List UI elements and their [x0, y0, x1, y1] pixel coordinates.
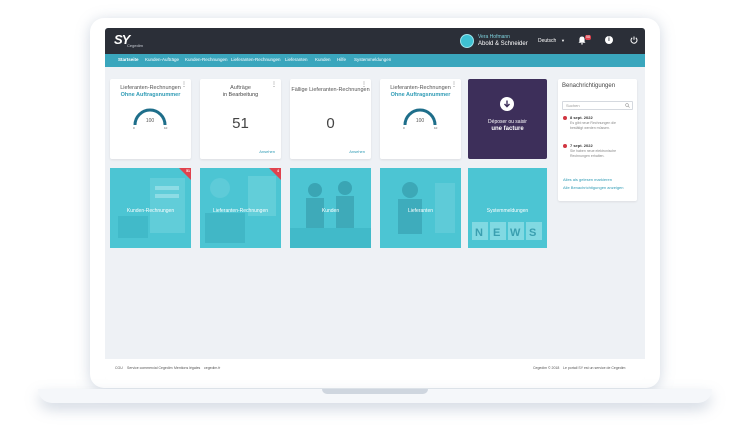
notification-count-badge: 58	[585, 35, 591, 40]
main-nav: Startseite Kunden-Aufträge Kunden-Rechnu…	[105, 54, 645, 67]
laptop-mockup: SY Cegedim Vera Hofmann Abold & Schneide…	[0, 0, 750, 433]
unread-dot-icon	[563, 116, 567, 120]
footer-link-mentions[interactable]: Mentions légales	[174, 366, 200, 370]
notifications-search-input[interactable]: Suchen	[562, 101, 633, 110]
svg-text:E: E	[493, 227, 500, 239]
gauge-value: 100	[145, 118, 155, 124]
logo-subtitle: Cegedim	[127, 43, 144, 48]
user-company[interactable]: Abold & Schneider	[478, 41, 528, 47]
nav-lieferanten-rechnungen[interactable]: Lieferanten-Rechnungen	[231, 57, 281, 62]
show-all-notifications-link[interactable]: Alle Benachrichtigungen anzeigen	[563, 185, 624, 190]
gauge: 100 0 10	[400, 103, 440, 130]
app-screen: SY Cegedim Vera Hofmann Abold & Schneide…	[105, 28, 645, 380]
notification-text[interactable]: Es gibt neue Rechnungen die bestätigt we…	[570, 121, 630, 131]
card-subtitle: Ohne Auftragsnummer	[390, 92, 451, 98]
card-subtitle: in Bearbeitung	[222, 92, 259, 98]
chevron-down-icon[interactable]: ▼	[561, 38, 565, 43]
nav-kunden[interactable]: Kunden	[315, 57, 331, 62]
tile-lieferanten-rechnungen[interactable]: 4 Lieferanten-Rechnungen	[200, 168, 281, 248]
tile-label: Lieferanten-Rechnungen	[212, 208, 269, 214]
info-icon: i	[605, 36, 613, 44]
card-faellige-lieferanten-rechnungen[interactable]: ⋮ Fällige Lieferanten-Rechnungen 0 Anseh…	[290, 79, 371, 159]
tile-kunden-rechnungen[interactable]: 51 Kunden-Rechnungen	[110, 168, 191, 248]
footer-right-text: Le portail SY est un service de Cegedim	[563, 366, 626, 370]
footer: CGU Service commercial Cegedim Mentions …	[105, 359, 645, 380]
svg-text:W: W	[510, 227, 521, 239]
card-auftraege-in-bearbeitung[interactable]: ⋮ Aufträge in Bearbeitung 51 Ansehen	[200, 79, 281, 159]
nav-hilfe[interactable]: Hilfe	[337, 57, 346, 62]
nav-lieferanten[interactable]: Lieferanten	[285, 57, 308, 62]
gauge-min: 0	[133, 126, 135, 130]
upload-text-bold: une facture	[491, 126, 524, 132]
footer-link-cegedim[interactable]: cegedim.fr	[204, 366, 220, 370]
notifications-title: Benachrichtigungen	[562, 83, 616, 89]
user-name[interactable]: Vera Hofmann	[478, 34, 510, 40]
upload-invoice-card[interactable]: Déposer ou saisir une facture	[468, 79, 547, 159]
nav-kunden-rechnungen[interactable]: Kunden-Rechnungen	[185, 57, 228, 62]
nav-systemmeldungen[interactable]: Systemmeldungen	[354, 57, 391, 62]
card-subtitle: Ohne Auftragsnummer	[120, 92, 181, 98]
card-title: Lieferanten-Rechnungen	[390, 85, 451, 91]
user-avatar[interactable]	[460, 34, 474, 48]
mark-all-read-link[interactable]: Alles als gelesen markieren	[563, 177, 612, 182]
language-select[interactable]: Deutsch	[538, 38, 556, 44]
search-icon[interactable]	[625, 103, 630, 109]
tile-label: Lieferanten	[407, 208, 434, 214]
card-value: 0	[326, 115, 335, 132]
tile-badge	[269, 168, 281, 180]
card-value: 51	[232, 115, 249, 132]
notification-date[interactable]: 8 sept. 2022	[570, 115, 593, 120]
unread-dot-icon	[563, 144, 567, 148]
gauge-min: 0	[403, 126, 405, 130]
top-bar: SY Cegedim Vera Hofmann Abold & Schneide…	[105, 28, 645, 54]
laptop-notch	[322, 389, 428, 394]
card-lieferanten-rechnungen-gauge[interactable]: ⋮ Lieferanten-Rechnungen Ohne Auftragsnu…	[110, 79, 191, 159]
upload-text: Déposer ou saisir	[488, 119, 527, 125]
gauge: 100 0 10	[130, 103, 170, 130]
gauge-value: 100	[415, 118, 425, 124]
gauge-max: 10	[434, 126, 438, 130]
nav-kunden-auftraege[interactable]: Kunden-Aufträge	[145, 57, 179, 62]
gauge-max: 10	[164, 126, 168, 130]
power-icon[interactable]	[629, 36, 639, 46]
card-title: Aufträge	[230, 85, 251, 91]
svg-text:N: N	[475, 227, 483, 239]
footer-link-cgu[interactable]: CGU	[115, 366, 123, 370]
tile-label: Kunden-Rechnungen	[126, 208, 175, 214]
cloud-download-icon	[500, 97, 514, 111]
tile-label: Kunden	[321, 208, 340, 214]
tile-systemmeldungen[interactable]: N E W S Systemmeldungen	[468, 168, 547, 248]
tile-lieferanten[interactable]: Lieferanten	[380, 168, 461, 248]
nav-startseite[interactable]: Startseite	[118, 57, 139, 62]
svg-text:S: S	[529, 227, 536, 239]
notification-date[interactable]: 7 sept. 2022	[570, 143, 593, 148]
tile-label: Systemmeldungen	[486, 208, 529, 214]
tile-badge-count: 4	[277, 169, 279, 173]
card-title: Lieferanten-Rechnungen	[120, 85, 181, 91]
card-title: Fällige Lieferanten-Rechnungen	[291, 87, 370, 93]
footer-copyright: Cegedim © 2018	[533, 366, 560, 370]
card-lieferanten-rechnungen-gauge-2[interactable]: ⋮ Lieferanten-Rechnungen Ohne Auftragsnu…	[380, 79, 461, 159]
notifications-panel: Benachrichtigungen Suchen 8 sept. 2022 E…	[558, 79, 637, 201]
ansehen-link[interactable]: Ansehen	[349, 149, 365, 154]
ansehen-link[interactable]: Ansehen	[259, 149, 275, 154]
footer-link-service[interactable]: Service commercial Cegedim	[127, 366, 173, 370]
info-icon-button[interactable]: i	[605, 36, 615, 46]
search-placeholder: Suchen	[566, 103, 580, 108]
notification-text[interactable]: Sie haben neue elektronische Rechnungen …	[570, 149, 630, 159]
tile-kunden[interactable]: Kunden	[290, 168, 371, 248]
tile-badge-count: 51	[186, 169, 190, 173]
